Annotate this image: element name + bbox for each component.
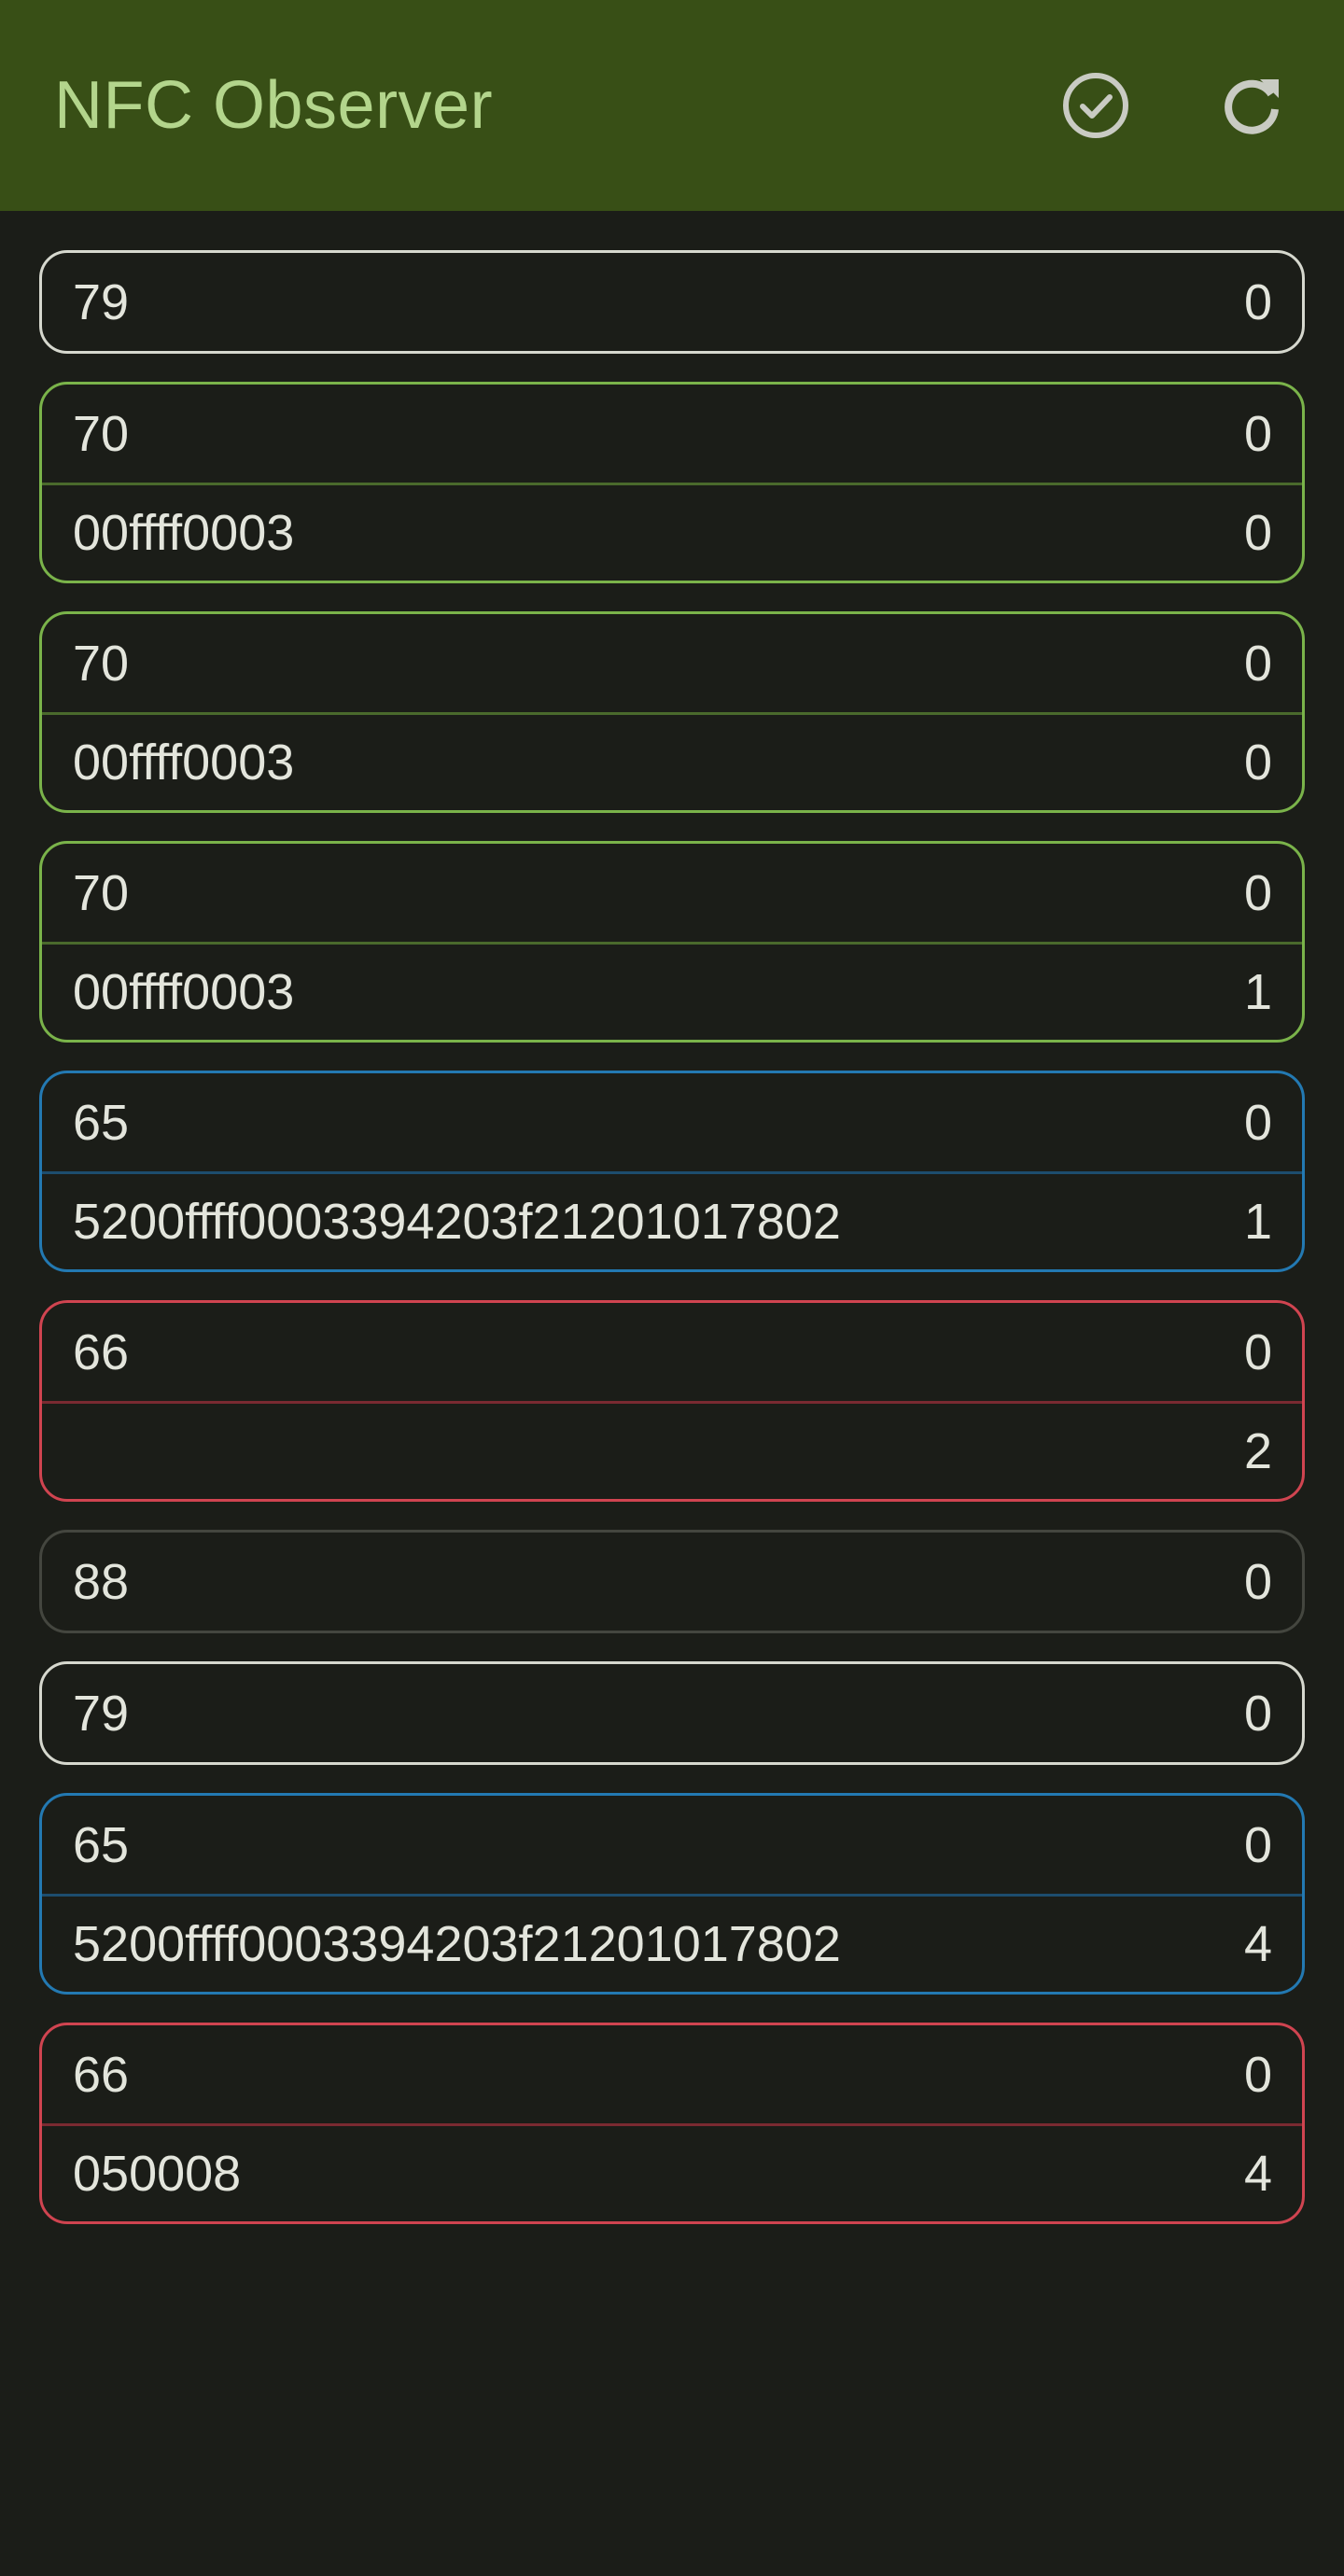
check-circle-icon[interactable]: [1058, 68, 1133, 143]
row-label: 66: [73, 1323, 130, 1380]
row-value: 4: [1243, 1916, 1272, 1972]
observation-card[interactable]: 66 0 2: [39, 1300, 1305, 1502]
row-label: 65: [73, 1816, 130, 1873]
card-row: 00ffff0003 0: [42, 483, 1302, 581]
refresh-icon[interactable]: [1215, 68, 1290, 143]
row-label: 00ffff0003: [73, 964, 295, 1020]
card-row: 70 0: [42, 385, 1302, 483]
row-value: 0: [1243, 505, 1272, 561]
observation-card[interactable]: 66 0 050008 4: [39, 2023, 1305, 2224]
row-value: 1: [1243, 1194, 1272, 1250]
observation-card[interactable]: 65 0 5200ffff0003394203f21201017802 4: [39, 1793, 1305, 1995]
app-bar: NFC Observer: [0, 0, 1344, 211]
card-row: 79 0: [42, 1664, 1302, 1762]
row-value: 0: [1243, 1553, 1272, 1610]
card-row: 00ffff0003 1: [42, 942, 1302, 1040]
row-label: 5200ffff0003394203f21201017802: [73, 1194, 841, 1250]
card-row: 5200ffff0003394203f21201017802 4: [42, 1894, 1302, 1992]
observation-card[interactable]: 79 0: [39, 1661, 1305, 1765]
row-value: 0: [1243, 1685, 1272, 1742]
row-label: 66: [73, 2046, 130, 2103]
card-row: 79 0: [42, 253, 1302, 351]
row-value: 0: [1243, 1323, 1272, 1380]
card-row: 65 0: [42, 1073, 1302, 1171]
card-row: 66 0: [42, 2025, 1302, 2123]
card-row: 66 0: [42, 1303, 1302, 1401]
observation-card[interactable]: 70 0 00ffff0003 0: [39, 382, 1305, 583]
row-value: 0: [1243, 1816, 1272, 1873]
observation-list: 79 0 70 0 00ffff0003 0 70 0 00ffff0003 0…: [0, 211, 1344, 2224]
row-label: 70: [73, 864, 130, 921]
card-row: 2: [42, 1401, 1302, 1499]
row-label: 00ffff0003: [73, 505, 295, 561]
row-label: 79: [73, 273, 130, 330]
row-value: 2: [1243, 1423, 1272, 1479]
row-label: 70: [73, 635, 130, 692]
row-label: 79: [73, 1685, 130, 1742]
observation-card[interactable]: 70 0 00ffff0003 1: [39, 841, 1305, 1043]
card-row: 65 0: [42, 1796, 1302, 1894]
row-value: 1: [1243, 964, 1272, 1020]
row-value: 0: [1243, 405, 1272, 462]
observation-card[interactable]: 65 0 5200ffff0003394203f21201017802 1: [39, 1071, 1305, 1272]
row-label: 88: [73, 1553, 130, 1610]
card-row: 70 0: [42, 614, 1302, 712]
row-value: 0: [1243, 864, 1272, 921]
row-value: 0: [1243, 1094, 1272, 1151]
row-label: 050008: [73, 2146, 242, 2202]
card-row: 5200ffff0003394203f21201017802 1: [42, 1171, 1302, 1269]
card-row: 050008 4: [42, 2123, 1302, 2221]
row-value: 0: [1243, 273, 1272, 330]
row-value: 0: [1243, 735, 1272, 791]
row-value: 4: [1243, 2146, 1272, 2202]
row-label: 65: [73, 1094, 130, 1151]
observation-card[interactable]: 88 0: [39, 1530, 1305, 1633]
row-label: 00ffff0003: [73, 735, 295, 791]
card-row: 88 0: [42, 1533, 1302, 1631]
card-row: 70 0: [42, 844, 1302, 942]
row-value: 0: [1243, 635, 1272, 692]
observation-card[interactable]: 70 0 00ffff0003 0: [39, 611, 1305, 813]
observation-card[interactable]: 79 0: [39, 250, 1305, 354]
row-label: 5200ffff0003394203f21201017802: [73, 1916, 841, 1972]
row-value: 0: [1243, 2046, 1272, 2103]
app-title: NFC Observer: [54, 68, 494, 143]
row-label: 70: [73, 405, 130, 462]
card-row: 00ffff0003 0: [42, 712, 1302, 810]
